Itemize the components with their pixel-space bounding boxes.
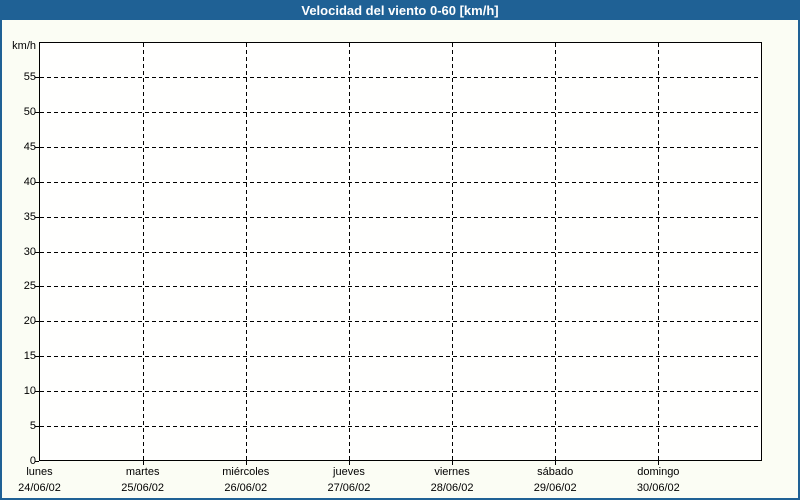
x-tick-day-label: sábado bbox=[505, 465, 605, 479]
y-tick-label: 45 bbox=[2, 140, 36, 154]
y-tick-label: 55 bbox=[2, 70, 36, 84]
x-axis-tick bbox=[349, 461, 350, 465]
x-axis-tick bbox=[658, 461, 659, 465]
wind-speed-chart-window: Velocidad del viento 0-60 [km/h] km/h 05… bbox=[0, 0, 800, 500]
x-tick-date-label: 24/06/02 bbox=[0, 481, 90, 495]
x-tick-day-label: jueves bbox=[299, 465, 399, 479]
x-axis-tick bbox=[143, 461, 144, 465]
x-axis-tick bbox=[246, 461, 247, 465]
y-axis-tick bbox=[35, 356, 39, 357]
y-tick-label: 35 bbox=[2, 210, 36, 224]
y-axis-tick bbox=[35, 217, 39, 218]
plot-area bbox=[39, 42, 762, 461]
x-tick-date-label: 27/06/02 bbox=[299, 481, 399, 495]
y-tick-label: 30 bbox=[2, 245, 36, 259]
y-axis-tick bbox=[35, 426, 39, 427]
y-axis-tick bbox=[35, 461, 39, 462]
x-tick-day-label: miércoles bbox=[196, 465, 296, 479]
x-tick-day-label: domingo bbox=[608, 465, 708, 479]
x-tick-date-label: 25/06/02 bbox=[93, 481, 193, 495]
x-tick-date-label: 26/06/02 bbox=[196, 481, 296, 495]
y-axis-tick bbox=[35, 77, 39, 78]
y-axis-tick bbox=[35, 321, 39, 322]
y-axis-tick bbox=[35, 112, 39, 113]
y-axis-tick bbox=[35, 391, 39, 392]
y-tick-label: 10 bbox=[2, 384, 36, 398]
y-tick-label: 20 bbox=[2, 314, 36, 328]
x-tick-day-label: martes bbox=[93, 465, 193, 479]
x-tick-date-label: 29/06/02 bbox=[505, 481, 605, 495]
y-tick-label: 5 bbox=[2, 419, 36, 433]
x-axis-tick bbox=[555, 461, 556, 465]
y-axis-tick bbox=[35, 252, 39, 253]
x-axis-tick bbox=[452, 461, 453, 465]
y-axis-tick bbox=[35, 286, 39, 287]
x-tick-day-label: lunes bbox=[0, 465, 90, 479]
y-tick-label: 15 bbox=[2, 349, 36, 363]
y-axis-unit-label: km/h bbox=[2, 39, 36, 53]
y-tick-label: 25 bbox=[2, 279, 36, 293]
y-tick-label: 40 bbox=[2, 175, 36, 189]
gridlines-and-frame bbox=[39, 42, 762, 461]
y-axis-tick bbox=[35, 182, 39, 183]
x-tick-date-label: 30/06/02 bbox=[608, 481, 708, 495]
chart-region: km/h 0510152025303540455055 lunes24/06/0… bbox=[2, 2, 798, 498]
x-tick-date-label: 28/06/02 bbox=[402, 481, 502, 495]
x-tick-day-label: viernes bbox=[402, 465, 502, 479]
y-tick-label: 50 bbox=[2, 105, 36, 119]
y-axis-tick bbox=[35, 147, 39, 148]
